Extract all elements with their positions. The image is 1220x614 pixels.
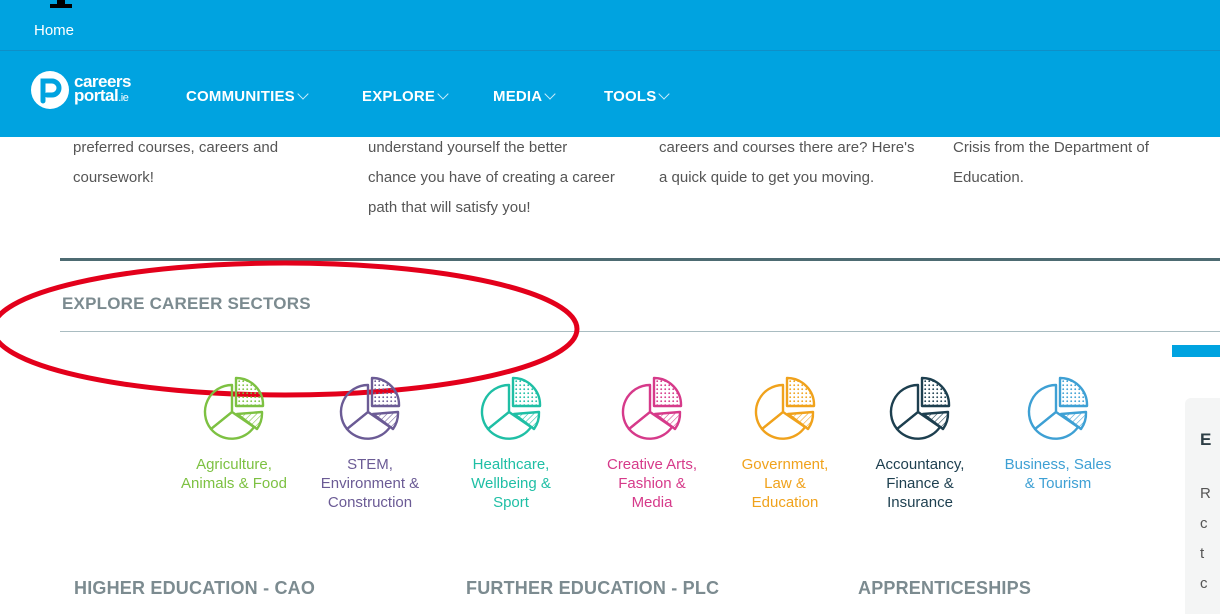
sector-label-line: STEM, (347, 456, 393, 473)
sector-label: Government, Law & Education (712, 455, 858, 512)
sector-business-sales-tourism[interactable]: Business, Sales & Tourism (985, 372, 1131, 493)
cursor-glyph-icon (50, 0, 72, 8)
section-title-underline (60, 331, 1220, 332)
logo-tld: .ie (118, 92, 129, 104)
heading-higher-education-cao[interactable]: HIGHER EDUCATION - CAO (74, 578, 315, 599)
sector-label-line: Wellbeing & (471, 475, 551, 492)
site-header: Home careers portal.ie COMMUNITIES EXPLO… (0, 0, 1220, 137)
sector-label-line: Government, (741, 456, 829, 473)
sector-label: Agriculture, Animals & Food (161, 455, 307, 493)
logo-wordmark: careers portal.ie (74, 73, 132, 105)
intro-text-line: Crisis from the Department of (953, 139, 1149, 156)
site-logo[interactable]: careers portal.ie (30, 66, 132, 114)
pie-chart-icon (621, 376, 683, 440)
nav-item-explore[interactable]: EXPLORE (362, 88, 449, 105)
nav-item-tools[interactable]: TOOLS (604, 88, 671, 105)
sector-healthcare-wellbeing-sport[interactable]: Healthcare, Wellbeing & Sport (438, 372, 584, 512)
intro-column-1: preferred courses, careers and coursewor… (73, 133, 278, 193)
sidebar-card-title: E (1200, 430, 1212, 449)
sector-label-line: Creative Arts, (606, 456, 698, 473)
sidebar-card-text-line: c (1200, 575, 1208, 592)
sector-label-line: & Tourism (1024, 475, 1092, 492)
pie-chart-icon (754, 376, 816, 440)
sector-label: Accountancy, Finance & Insurance (847, 455, 993, 512)
sector-accountancy-finance-insurance[interactable]: Accountancy, Finance & Insurance (847, 372, 993, 512)
intro-text-line: chance you have of creating a career (368, 169, 615, 186)
sector-creative-arts-fashion-media[interactable]: Creative Arts, Fashion & Media (579, 372, 725, 512)
chevron-down-icon (658, 88, 671, 100)
header-divider (0, 50, 1220, 51)
logo-line-2-text: portal (74, 86, 119, 105)
sector-label-line: Construction (327, 494, 413, 511)
intro-text-line: coursework! (73, 169, 154, 186)
intro-text-line: path that will satisfy you! (368, 199, 531, 216)
sector-label-line: Agriculture, (196, 456, 272, 473)
pie-chart-icon (889, 376, 951, 440)
pie-chart-icon (339, 376, 401, 440)
sector-label-line: Media (631, 494, 673, 511)
intro-text-line: understand yourself the better (368, 139, 568, 156)
intro-text-line: a quick quide to get you moving. (659, 169, 875, 186)
section-divider (60, 258, 1220, 261)
section-title-explore-sectors: EXPLORE CAREER SECTORS (62, 294, 311, 313)
chevron-down-icon (544, 88, 557, 100)
sector-label-line: Insurance (887, 494, 953, 511)
careersportal-logo-icon (31, 71, 69, 109)
sector-label-line: Business, Sales (1004, 456, 1112, 473)
sector-label-line: Accountancy, (875, 456, 965, 473)
sector-label-line: Healthcare, (472, 456, 550, 473)
logo-line-2: portal.ie (74, 86, 131, 105)
chevron-down-icon (437, 88, 449, 100)
intro-column-3: careers and courses there are? Here's a … (659, 133, 915, 193)
pie-chart-icon (1027, 376, 1089, 440)
nav-item-label: MEDIA (493, 88, 543, 105)
sector-label: Healthcare, Wellbeing & Sport (438, 455, 584, 512)
sidebar-accent-bar (1172, 345, 1220, 357)
heading-further-education-plc[interactable]: FURTHER EDUCATION - PLC (466, 578, 719, 599)
sector-label-line: Finance & (886, 475, 954, 492)
pie-chart-icon (203, 376, 265, 440)
heading-apprenticeships[interactable]: APPRENTICESHIPS (858, 578, 1031, 599)
nav-item-media[interactable]: MEDIA (493, 88, 557, 105)
nav-item-communities[interactable]: COMMUNITIES (186, 88, 309, 105)
sidebar-card-text-line: c (1200, 515, 1208, 532)
sidebar-card-text-line: R (1200, 485, 1211, 502)
intro-text-line: Education. (953, 169, 1024, 186)
sector-stem-environment-construction[interactable]: STEM, Environment & Construction (297, 372, 443, 512)
chevron-down-icon (297, 88, 309, 100)
intro-column-4: Crisis from the Department of Education. (953, 133, 1149, 193)
sector-label-line: Law & (764, 475, 806, 492)
nav-item-label: TOOLS (604, 88, 657, 105)
sector-label-line: Sport (493, 494, 529, 511)
nav-item-label: EXPLORE (362, 88, 436, 105)
sidebar-card-text-line: t (1200, 545, 1205, 562)
sector-label: Creative Arts, Fashion & Media (579, 455, 725, 512)
sector-label-line: Education (751, 494, 819, 511)
sector-label-line: Environment & (320, 475, 420, 492)
nav-item-label: COMMUNITIES (186, 88, 295, 105)
pie-chart-icon (480, 376, 542, 440)
sector-label-line: Animals & Food (181, 475, 287, 492)
intro-text-line: careers and courses there are? Here's (659, 139, 915, 156)
sector-government-law-education[interactable]: Government, Law & Education (712, 372, 858, 512)
sidebar-card-text: R c t c (1200, 479, 1220, 599)
sector-label-line: Fashion & (618, 475, 686, 492)
sector-label: Business, Sales & Tourism (985, 455, 1131, 493)
sector-label: STEM, Environment & Construction (297, 455, 443, 512)
sector-agriculture-animals-food[interactable]: Agriculture, Animals & Food (161, 372, 307, 493)
intro-text-line: preferred courses, careers and (73, 139, 279, 156)
home-link[interactable]: Home (34, 22, 74, 39)
intro-column-2: understand yourself the better chance yo… (368, 133, 615, 223)
